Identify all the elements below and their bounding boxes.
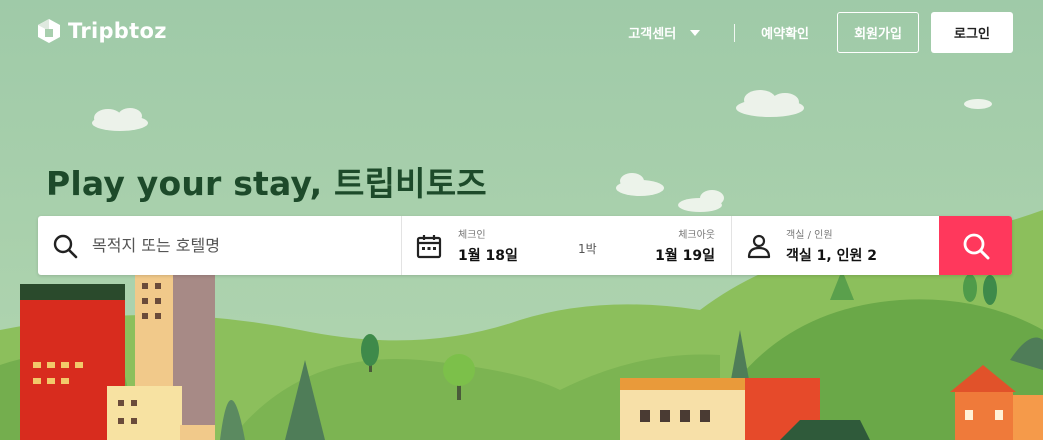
top-nav: 고객센터 예약확인 회원가입 로그인	[628, 12, 1013, 53]
destination-field[interactable]	[38, 216, 402, 275]
login-button[interactable]: 로그인	[931, 12, 1013, 53]
nights-count: 1박	[578, 242, 597, 256]
tripbtoz-logo-icon	[38, 19, 60, 43]
guests-field[interactable]: 객실 / 인원 객실 1, 인원 2	[732, 216, 939, 275]
brand-logo[interactable]: Tripbtoz	[36, 17, 167, 45]
nav-divider	[734, 23, 736, 42]
date-range-field[interactable]: 체크인 1월 18일 1박 체크아웃 1월 19일	[402, 216, 732, 275]
guests-label: 객실 / 인원	[786, 230, 833, 241]
hero-headline: Play your stay, 트립비토즈	[46, 164, 487, 203]
checkout-value: 1월 19일	[655, 248, 715, 264]
signup-button[interactable]: 회원가입	[837, 12, 919, 53]
guests-value: 객실 1, 인원 2	[786, 248, 877, 264]
reservation-check-link[interactable]: 예약확인	[761, 23, 809, 42]
search-icon	[53, 234, 78, 258]
person-icon	[747, 234, 771, 258]
chevron-down-icon	[690, 29, 701, 36]
search-bar: 체크인 1월 18일 1박 체크아웃 1월 19일 객실 / 인원 객실 1, …	[38, 216, 1012, 275]
checkout-block[interactable]: 체크아웃 1월 19일	[655, 226, 715, 265]
brand-name: Tripbtoz	[68, 19, 167, 43]
guests-block: 객실 / 인원 객실 1, 인원 2	[786, 226, 877, 265]
customer-support-dropdown[interactable]: 고객센터	[628, 23, 710, 42]
checkin-label: 체크인	[458, 230, 486, 241]
checkout-label: 체크아웃	[678, 230, 715, 241]
checkin-value: 1월 18일	[458, 248, 518, 264]
customer-support-label: 고객센터	[628, 27, 677, 42]
search-icon	[963, 233, 989, 259]
destination-input[interactable]	[92, 236, 382, 255]
checkin-block[interactable]: 체크인 1월 18일	[458, 226, 518, 265]
search-button[interactable]	[939, 216, 1012, 275]
calendar-icon	[416, 234, 442, 258]
